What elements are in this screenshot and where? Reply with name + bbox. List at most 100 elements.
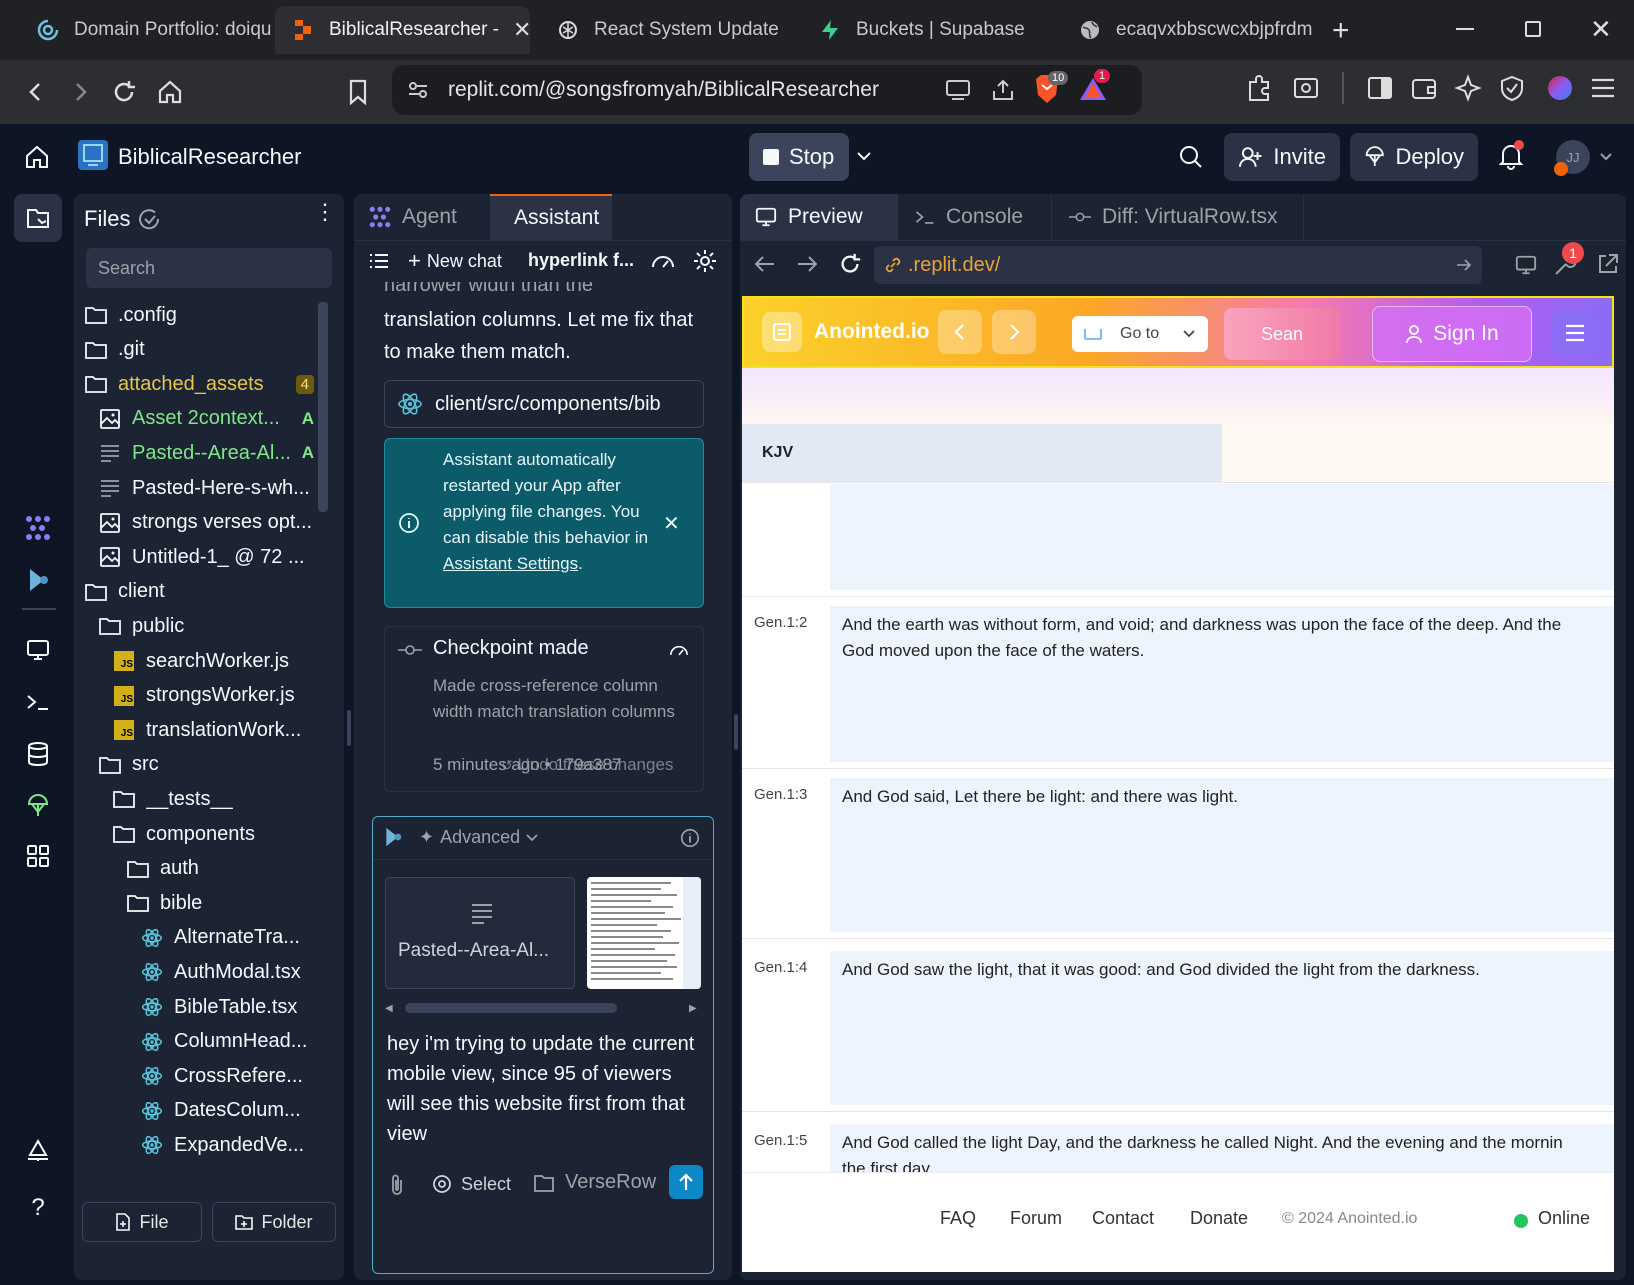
brave-rewards-icon[interactable]: 1 [1078, 69, 1111, 103]
window-close-button[interactable]: ✕ [1590, 14, 1612, 45]
resize-handle[interactable] [347, 710, 351, 746]
file-tree-file[interactable]: Asset 2context... A [98, 402, 314, 436]
mode-selector[interactable]: ✦ Advanced [419, 827, 538, 848]
file-tree-file[interactable]: Pasted--Area-Al... A [98, 436, 314, 470]
file-tree-folder[interactable]: public [98, 609, 314, 643]
chat-title[interactable]: hyperlink f... [528, 250, 634, 271]
select-element-button[interactable]: Select [431, 1173, 511, 1195]
gauge-icon[interactable] [667, 641, 691, 659]
file-tree-file[interactable]: JS strongsWorker.js [112, 679, 314, 713]
file-tree-file[interactable]: DatesColum... [140, 1094, 314, 1128]
verse-reference[interactable]: Gen.1:2 [754, 614, 807, 631]
tab-console[interactable]: Console [900, 194, 1052, 240]
site-settings-icon[interactable] [406, 78, 430, 102]
file-change-card[interactable]: client/src/components/bib [384, 380, 704, 428]
database-icon[interactable] [22, 738, 54, 770]
close-icon[interactable]: ✕ [663, 511, 680, 536]
back-icon[interactable] [18, 74, 54, 110]
tab-assistant[interactable]: Assistant [490, 194, 612, 240]
gear-icon[interactable] [692, 248, 718, 274]
webview-icon[interactable] [22, 634, 54, 666]
send-button[interactable] [669, 1165, 703, 1199]
home-icon[interactable] [24, 144, 50, 170]
all-tools-icon[interactable] [22, 840, 54, 872]
file-tree-file[interactable]: AlternateTra... [140, 921, 314, 955]
gauge-icon[interactable] [650, 250, 676, 272]
tab-preview[interactable]: Preview [740, 194, 898, 240]
verse-reference[interactable]: Gen.1:5 [754, 1132, 807, 1149]
project-name[interactable]: BiblicalResearcher [118, 144, 301, 170]
chat-input[interactable]: hey i'm trying to update the current mob… [387, 1029, 703, 1149]
assistant-settings-link[interactable]: Assistant Settings [443, 554, 578, 573]
sidebar-icon[interactable] [1366, 74, 1394, 102]
file-tree-file[interactable]: AuthModal.tsx [140, 955, 314, 989]
verse-reference[interactable]: Gen.1:4 [754, 959, 807, 976]
attachment-text[interactable]: Pasted--Area-Al... [385, 877, 575, 989]
info-icon[interactable] [679, 827, 701, 849]
maximize-button[interactable] [1525, 21, 1541, 37]
verse-row[interactable]: Gen.1:2 And the earth was without form, a… [742, 596, 1614, 769]
chevron-down-icon[interactable] [856, 150, 872, 162]
tab-diff[interactable]: Diff: VirtualRow.tsx [1054, 194, 1304, 240]
browser-tab[interactable]: React System Update [540, 6, 790, 54]
file-context-button[interactable]: VerseRow [533, 1171, 663, 1194]
browser-tab[interactable]: ecaqvxbbscwcxbjpfrdm [1062, 6, 1317, 54]
new-chat-button[interactable]: + New chat [408, 248, 502, 274]
footer-link-faq[interactable]: FAQ [940, 1208, 976, 1229]
history-list-icon[interactable] [368, 252, 390, 270]
profile-icon[interactable] [1548, 76, 1572, 100]
file-tree-folder[interactable]: __tests__ [112, 782, 314, 816]
file-tree-file[interactable]: ColumnHead... [140, 1025, 314, 1059]
file-tree-folder[interactable]: attached_assets 4 [84, 367, 314, 401]
attachment-image-thumbnail[interactable] [587, 877, 701, 989]
undo-changes-button[interactable]: ↺ Undo these changes [501, 755, 673, 775]
wallet-icon[interactable] [1410, 74, 1438, 102]
file-tree-file[interactable]: JS translationWork... [112, 713, 314, 747]
file-tree-file[interactable]: CrossRefere... [140, 1059, 314, 1093]
file-tree-folder[interactable]: client [84, 575, 314, 609]
file-tree-folder[interactable]: components [112, 817, 314, 851]
back-icon[interactable] [754, 254, 776, 274]
agent-icon[interactable] [22, 512, 54, 544]
tab-agent[interactable]: Agent [354, 194, 488, 240]
close-icon[interactable]: ✕ [513, 17, 530, 43]
assistant-icon[interactable] [22, 564, 54, 596]
minimize-button[interactable] [1456, 28, 1474, 30]
deployments-icon[interactable] [22, 790, 54, 822]
leo-ai-icon[interactable] [1454, 74, 1482, 102]
bug-report-icon[interactable] [22, 1134, 54, 1166]
brave-shields-icon[interactable]: 10 [1032, 71, 1069, 105]
help-icon[interactable]: ? [22, 1192, 54, 1224]
deploy-button[interactable]: Deploy [1350, 133, 1478, 181]
files-search-input[interactable]: Search [86, 248, 332, 288]
verse-row[interactable]: Gen.1:4 And God saw the light, that it wa… [742, 941, 1614, 1112]
vpn-icon[interactable] [1498, 74, 1526, 102]
extensions-icon[interactable] [1246, 74, 1274, 102]
verse-row[interactable]: Gen.1:3 And God said, Let there be light:… [742, 768, 1614, 939]
stop-button[interactable]: Stop [749, 133, 849, 181]
devices-icon[interactable] [1514, 254, 1538, 276]
invite-button[interactable]: Invite [1224, 133, 1340, 181]
wrench-icon[interactable]: 1 [1552, 242, 1584, 278]
paperclip-icon[interactable] [387, 1173, 407, 1197]
forward-icon[interactable] [796, 254, 818, 274]
browser-tab-active[interactable]: BiblicalResearcher - ✕ [275, 6, 530, 54]
share-icon[interactable] [990, 77, 1016, 103]
footer-link-donate[interactable]: Donate [1190, 1208, 1248, 1229]
cast-icon[interactable] [944, 77, 972, 103]
file-tree-file[interactable]: ExpandedVe... [140, 1128, 314, 1162]
file-tree-scrollbar[interactable] [318, 292, 328, 1192]
bell-icon[interactable] [1498, 140, 1524, 170]
new-folder-button[interactable]: Folder [212, 1202, 336, 1242]
footer-link-forum[interactable]: Forum [1010, 1208, 1062, 1229]
file-tree-file[interactable]: Untitled-1_ @ 72 ... [98, 540, 314, 574]
file-tree-file[interactable]: BibleTable.tsx [140, 990, 314, 1024]
forward-icon[interactable] [62, 74, 98, 110]
file-tree-folder[interactable]: auth [126, 852, 314, 886]
attachments-scrollbar[interactable]: ◀ ▶ [385, 1001, 701, 1015]
file-tree-file[interactable]: strongs verses opt... [98, 506, 314, 540]
verse-reference[interactable]: Gen.1:3 [754, 786, 807, 803]
browser-tab[interactable]: Buckets | Supabase [802, 6, 1052, 54]
open-new-tab-icon[interactable] [1596, 252, 1620, 276]
menu-icon[interactable] [1590, 76, 1616, 100]
